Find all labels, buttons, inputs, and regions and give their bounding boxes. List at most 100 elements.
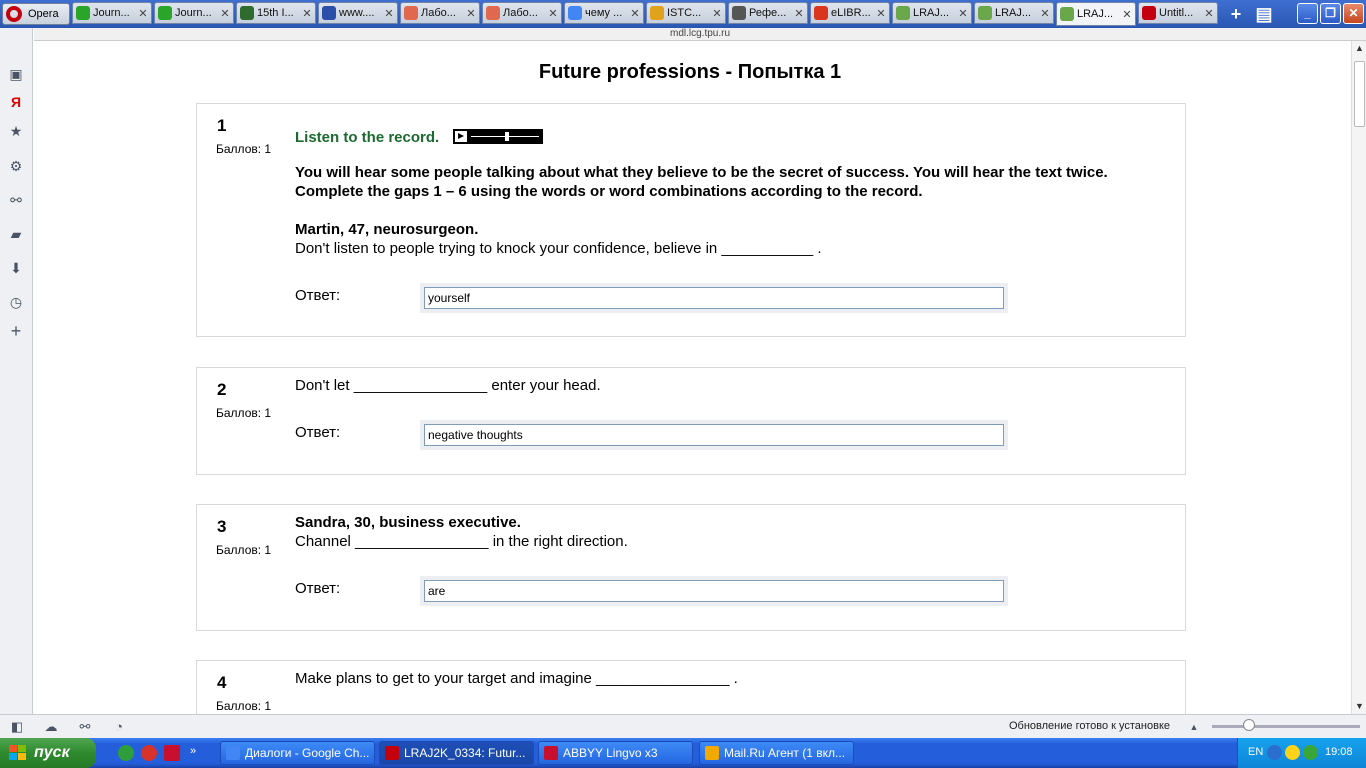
close-window-button[interactable]: ✕ <box>1343 3 1364 24</box>
app-quicklaunch-icon[interactable] <box>164 745 180 761</box>
close-tab-icon[interactable]: ✕ <box>1204 7 1214 20</box>
close-tab-icon[interactable]: ✕ <box>384 7 394 20</box>
tab-favicon-icon <box>978 6 992 20</box>
zoom-slider[interactable] <box>1212 725 1360 728</box>
tray-eye-icon[interactable] <box>1285 745 1300 760</box>
browser-tab[interactable]: Рефе... ✕ <box>728 2 808 24</box>
system-tray: EN 19:08 <box>1237 738 1366 768</box>
downloads-icon[interactable]: ⬇ <box>8 260 24 276</box>
close-tab-icon[interactable]: ✕ <box>712 7 722 20</box>
browser-tab[interactable]: 15th I... ✕ <box>236 2 316 24</box>
unite-icon[interactable]: ⚯ <box>77 719 93 735</box>
bookmarks-panel-icon[interactable]: ▣ <box>8 66 24 82</box>
browser-tab[interactable]: LRAJ... ✕ <box>974 2 1054 24</box>
audio-player[interactable] <box>453 128 544 144</box>
close-tab-icon[interactable]: ✕ <box>876 7 886 20</box>
browser-tab[interactable]: www.... ✕ <box>318 2 398 24</box>
tray-arrow-icon[interactable] <box>1267 745 1282 760</box>
browser-tab[interactable]: LRAJ... ✕ <box>892 2 972 24</box>
gear-icon[interactable]: ⚙ <box>8 158 24 174</box>
close-tab-icon[interactable]: ✕ <box>466 7 476 20</box>
close-tab-icon[interactable]: ✕ <box>1040 7 1050 20</box>
browser-tab[interactable]: чему ... ✕ <box>564 2 644 24</box>
tab-favicon-icon <box>404 6 418 20</box>
opera-menu-button[interactable]: Opera <box>2 3 70 25</box>
opera-quicklaunch-icon[interactable] <box>141 745 157 761</box>
tabs-container: Journ... ✕ Journ... ✕ 15th I... ✕ www.... ✕ Лабо… <box>70 2 1218 26</box>
quicklaunch-more-icon[interactable]: » <box>190 745 206 761</box>
windows-logo-icon <box>9 745 27 761</box>
vertical-scrollbar[interactable]: ▲ ▼ <box>1351 41 1366 714</box>
browser-tab[interactable]: LRAJ... ✕ <box>1056 2 1136 26</box>
tab-favicon-icon <box>76 6 90 20</box>
utorrent-icon[interactable] <box>118 745 134 761</box>
start-button[interactable]: пуск <box>0 738 96 768</box>
scroll-up-icon[interactable]: ▲ <box>1354 43 1365 54</box>
trash-icon[interactable]: ▤ <box>1254 4 1274 24</box>
close-tab-icon[interactable]: ✕ <box>958 7 968 20</box>
taskbar-task[interactable]: Mail.Ru Агент (1 вкл... <box>699 741 854 765</box>
scroll-down-icon[interactable]: ▼ <box>1354 701 1365 712</box>
history-icon[interactable]: ◷ <box>8 294 24 310</box>
answer-input-2[interactable] <box>424 424 1004 446</box>
scrollbar-thumb[interactable] <box>1354 61 1365 127</box>
question-points: Баллов: 1 <box>216 406 272 420</box>
browser-tab[interactable]: ISTC... ✕ <box>646 2 726 24</box>
task-label: Mail.Ru Агент (1 вкл... <box>724 746 846 760</box>
url-display[interactable]: mdl.lcg.tpu.ru <box>34 28 1366 41</box>
gap-sentence: Make plans to get to your target and ima… <box>295 670 738 687</box>
yandex-icon[interactable]: Я <box>8 94 24 110</box>
gap-sentence: Channel ________________ in the right di… <box>295 533 628 550</box>
answer-input-1[interactable] <box>424 287 1004 309</box>
minimize-button[interactable]: _ <box>1297 3 1318 24</box>
audio-slider-knob[interactable] <box>505 131 510 141</box>
taskbar-task[interactable]: ABBYY Lingvo x3 <box>538 741 693 765</box>
browser-tab[interactable]: Лабо... ✕ <box>482 2 562 24</box>
tab-favicon-icon <box>896 6 910 20</box>
question-number: 2 <box>217 380 227 399</box>
cloud-icon[interactable]: ☁ <box>43 719 59 735</box>
taskbar-task[interactable]: LRAJ2K_0334: Futur... <box>379 741 534 765</box>
close-tab-icon[interactable]: ✕ <box>548 7 558 20</box>
maximize-button[interactable]: ❐ <box>1320 3 1341 24</box>
star-icon[interactable]: ★ <box>8 123 24 139</box>
close-tab-icon[interactable]: ✕ <box>794 7 804 20</box>
browser-tab-bar: Opera Journ... ✕ Journ... ✕ 15th I... ✕ www...… <box>0 0 1366 28</box>
task-label: LRAJ2K_0334: Futur... <box>404 746 526 760</box>
question-number: 4 <box>217 673 227 692</box>
language-indicator[interactable]: EN <box>1248 746 1263 758</box>
task-app-icon <box>544 746 558 760</box>
view-up-icon[interactable]: ▲ <box>1186 719 1202 735</box>
browser-tab[interactable]: eLIBR... ✕ <box>810 2 890 24</box>
tab-label: Journ... <box>175 7 212 19</box>
task-label: ABBYY Lingvo x3 <box>563 746 658 760</box>
tab-favicon-icon <box>732 6 746 20</box>
taskbar-task[interactable]: Диалоги - Google Ch... <box>220 741 375 765</box>
task-app-icon <box>705 746 719 760</box>
play-icon[interactable] <box>455 130 468 142</box>
new-tab-icon[interactable]: + <box>1226 4 1246 24</box>
notes-icon[interactable]: ▰ <box>8 226 24 242</box>
tray-network-icon[interactable] <box>1303 745 1318 760</box>
speed-dial-icon[interactable]: ◔ <box>111 719 127 735</box>
add-panel-icon[interactable]: + <box>8 322 24 340</box>
close-tab-icon[interactable]: ✕ <box>302 7 312 20</box>
question-3: 3 Баллов: 1 Sandra, 30, business executi… <box>196 504 1186 631</box>
browser-tab[interactable]: Journ... ✕ <box>72 2 152 24</box>
answer-field-wrap <box>420 283 1008 313</box>
answer-input-3[interactable] <box>424 580 1004 602</box>
share-icon[interactable]: ⚯ <box>8 192 24 208</box>
update-message[interactable]: Обновление готово к установке <box>1009 720 1170 732</box>
gap-sentence: Don't listen to people trying to knock y… <box>295 240 822 257</box>
close-tab-icon[interactable]: ✕ <box>220 7 230 20</box>
browser-tab[interactable]: Untitl... ✕ <box>1138 2 1218 24</box>
browser-tab[interactable]: Journ... ✕ <box>154 2 234 24</box>
tab-favicon-icon <box>650 6 664 20</box>
browser-tab[interactable]: Лабо... ✕ <box>400 2 480 24</box>
zoom-slider-knob[interactable] <box>1243 719 1255 731</box>
question-points: Баллов: 1 <box>216 142 272 156</box>
close-tab-icon[interactable]: ✕ <box>630 7 640 20</box>
close-tab-icon[interactable]: ✕ <box>1122 8 1132 21</box>
close-tab-icon[interactable]: ✕ <box>138 7 148 20</box>
panel-toggle-icon[interactable]: ◧ <box>9 719 25 735</box>
